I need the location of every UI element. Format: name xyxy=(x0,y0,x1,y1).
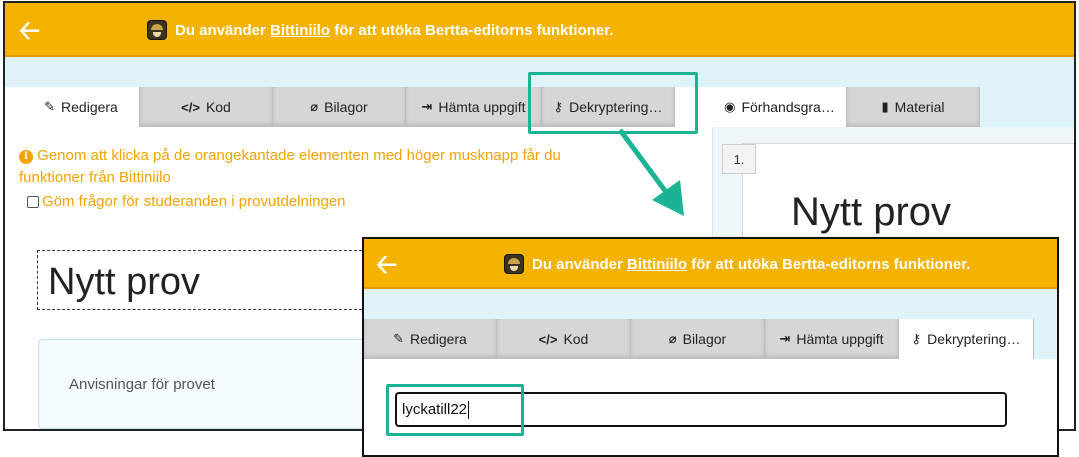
tab-label: Bilagor xyxy=(682,331,727,347)
code-icon: </> xyxy=(181,99,200,115)
instructions-box[interactable]: Anvisningar för provet xyxy=(38,339,378,429)
code-icon: </> xyxy=(538,331,558,347)
banner-text-before: Du använder xyxy=(532,256,628,273)
zoomed-window: 🡠 Du använder Bittiniilo för att utöka B… xyxy=(362,237,1059,457)
tab-material[interactable]: ▮ Material xyxy=(847,87,980,127)
tab-label: Redigera xyxy=(61,99,118,115)
top-banner: 🡠 Du använder Bittiniilo för att utöka B… xyxy=(364,239,1057,289)
tab-label: Förhandsgra… xyxy=(741,99,835,115)
import-icon: ⇥ xyxy=(421,99,433,114)
tab-label: Hämta uppgift xyxy=(438,99,526,115)
import-icon: ⇥ xyxy=(779,331,791,346)
info-text-line1: Genom att klicka på de orangekantade ele… xyxy=(37,147,561,164)
info-text-line2: funktioner från Bittiniilo xyxy=(19,169,171,186)
key-icon: ⚷ xyxy=(911,331,922,346)
callout-arrow-line xyxy=(617,128,669,194)
spy-avatar-icon xyxy=(147,20,167,40)
callout-arrow-head xyxy=(652,180,684,216)
tab-label: Kod xyxy=(205,99,231,115)
banner-text-before: Du använder xyxy=(175,22,271,39)
banner-message: Du använder Bittiniilo för att utöka Ber… xyxy=(532,256,970,273)
exam-title-box[interactable]: Nytt prov xyxy=(37,250,377,310)
banner-message: Du använder Bittiniilo för att utöka Ber… xyxy=(175,22,613,39)
banner-text-after: för att utöka Bertta-editorns funktioner… xyxy=(330,22,614,39)
tab-label: Bilagor xyxy=(324,99,368,115)
hide-questions-label[interactable]: Göm frågor för studeranden i provutdelni… xyxy=(42,191,346,213)
bittiniilo-link[interactable]: Bittiniilo xyxy=(627,256,687,273)
tab-label: Redigera xyxy=(410,331,467,347)
instructions-text: Anvisningar för provet xyxy=(69,376,215,393)
paperclip-icon: ⌀ xyxy=(668,331,677,346)
hide-questions-checkbox[interactable] xyxy=(27,196,39,208)
callout-arrow xyxy=(617,128,684,216)
tab-hamta-uppgift[interactable]: ⇥ Hämta uppgift xyxy=(406,87,542,127)
preview-exam-title: Nytt prov xyxy=(791,190,952,234)
tab-dekryptering[interactable]: ⚷ Dekryptering… xyxy=(899,319,1034,359)
book-icon: ▮ xyxy=(881,99,889,114)
eye-icon: ◉ xyxy=(724,99,736,114)
tab-bilagor[interactable]: ⌀ Bilagor xyxy=(631,319,765,359)
arrow-left-icon[interactable]: 🡠 xyxy=(19,17,40,43)
info-message: i Genom att klicka på de orangekantade e… xyxy=(19,145,639,189)
highlight-decrypt-input xyxy=(386,384,524,436)
tab-redigera[interactable]: ✎ Redigera xyxy=(364,319,497,359)
tab-hamta-uppgift[interactable]: ⇥ Hämta uppgift xyxy=(765,319,899,359)
tab-kod[interactable]: </> Kod xyxy=(140,87,273,127)
tab-filler xyxy=(1034,319,1057,359)
tab-label: Kod xyxy=(563,331,589,347)
tab-label: Dekryptering… xyxy=(927,331,1021,347)
tools-icon: ✎ xyxy=(393,331,405,346)
top-banner: 🡠 Du använder Bittiniilo för att utöka B… xyxy=(5,3,1074,57)
info-icon: i xyxy=(19,150,33,164)
preview-tab-band xyxy=(712,57,1074,87)
exam-title: Nytt prov xyxy=(48,261,201,303)
arrow-left-icon[interactable]: 🡠 xyxy=(376,251,397,277)
banner-text-after: för att utöka Bertta-editorns funktioner… xyxy=(687,256,971,273)
tab-label: Hämta uppgift xyxy=(796,331,884,347)
tab-forhandsgranskning[interactable]: ◉ Förhandsgra… xyxy=(713,87,847,127)
bittiniilo-link[interactable]: Bittiniilo xyxy=(270,22,330,39)
tab-kod[interactable]: </> Kod xyxy=(497,319,631,359)
tab-label: Material xyxy=(894,99,945,115)
spy-avatar-icon xyxy=(504,254,524,274)
tools-icon: ✎ xyxy=(44,99,56,114)
tab-band xyxy=(364,289,1057,319)
preview-tab-filler xyxy=(980,87,1074,127)
tab-bilagor[interactable]: ⌀ Bilagor xyxy=(273,87,406,127)
paperclip-icon: ⌀ xyxy=(310,99,319,114)
tab-redigera[interactable]: ✎ Redigera xyxy=(23,87,140,127)
question-number-badge: 1. xyxy=(722,144,756,174)
